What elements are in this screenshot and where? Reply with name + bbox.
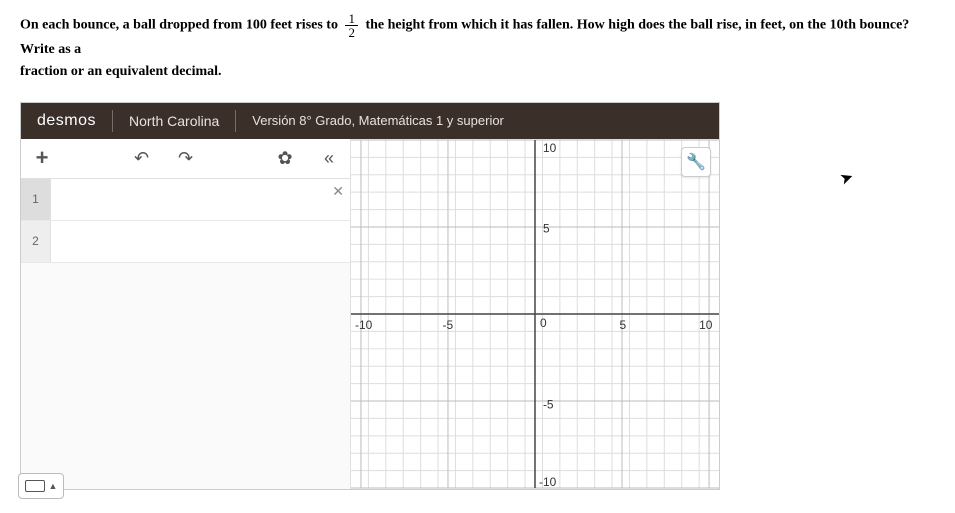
undo-button[interactable]: ↶ [127, 143, 157, 173]
collapse-sidebar-button[interactable]: « [314, 143, 344, 173]
desmos-app: desmos North Carolina Versión 8° Grado, … [20, 102, 720, 490]
version-label: Versión 8° Grado, Matemáticas 1 y superi… [236, 113, 520, 128]
axis-tick: -5 [443, 318, 454, 332]
problem-text: On each bounce, a ball dropped from 100 … [20, 12, 935, 84]
workspace: + ↶ ↷ ✿ « 1 ✕ 2 [21, 139, 719, 489]
coordinate-grid[interactable]: 10 5 0 -5 -10 -10 -5 5 10 [351, 139, 719, 489]
axis-tick: 5 [620, 318, 627, 332]
problem-part3: fraction or an equivalent decimal. [20, 64, 222, 79]
axis-tick: -10 [539, 475, 557, 489]
expression-toolbar: + ↶ ↷ ✿ « [21, 139, 350, 179]
keyboard-icon [25, 480, 45, 492]
axis-tick: -10 [355, 318, 373, 332]
titlebar: desmos North Carolina Versión 8° Grado, … [21, 103, 719, 139]
row-number: 1 [21, 179, 51, 220]
axis-tick: 10 [543, 141, 557, 155]
add-expression-button[interactable]: + [27, 143, 57, 173]
axis-tick: 0 [540, 316, 547, 330]
arrow-up-icon: ▲ [49, 481, 58, 491]
mouse-cursor-icon: ➤ [837, 166, 856, 189]
axis-tick: 10 [699, 318, 713, 332]
graph-area[interactable]: 🔧 [351, 139, 719, 489]
expression-input[interactable] [51, 221, 350, 262]
row-number: 2 [21, 221, 51, 262]
region-label: North Carolina [113, 113, 235, 129]
expression-row[interactable]: 2 [21, 221, 350, 263]
expression-sidebar: + ↶ ↷ ✿ « 1 ✕ 2 [21, 139, 351, 489]
brand-label: desmos [21, 112, 112, 130]
wrench-icon: 🔧 [686, 152, 706, 172]
settings-button[interactable]: ✿ [270, 143, 300, 173]
keyboard-toggle-button[interactable]: ▲ [18, 473, 64, 499]
expression-input[interactable]: ✕ [51, 179, 350, 220]
delete-row-icon[interactable]: ✕ [332, 183, 344, 200]
expression-row[interactable]: 1 ✕ [21, 179, 350, 221]
graph-settings-button[interactable]: 🔧 [681, 147, 711, 177]
expression-list: 1 ✕ 2 [21, 179, 350, 489]
axis-tick: 5 [543, 221, 550, 235]
fraction-one-half: 1 2 [345, 12, 358, 39]
redo-button[interactable]: ↷ [171, 143, 201, 173]
axis-tick: -5 [543, 397, 554, 411]
problem-part1: On each bounce, a ball dropped from 100 … [20, 18, 338, 33]
